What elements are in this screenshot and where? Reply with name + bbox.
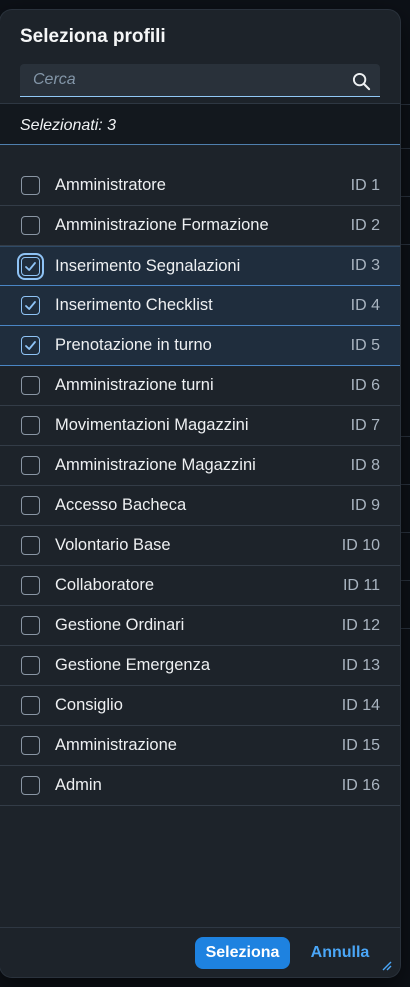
list-item[interactable]: Volontario Base ID 10 — [0, 526, 400, 566]
check-icon — [25, 301, 36, 310]
list-item-id: ID 3 — [350, 257, 380, 274]
check-icon — [25, 341, 36, 350]
list-item-label: Amministratore — [55, 176, 166, 194]
list-item-id: ID 15 — [341, 736, 380, 754]
list-item-id: ID 4 — [350, 296, 380, 314]
checkbox[interactable] — [21, 776, 40, 795]
list-item-label: Amministrazione Magazzini — [55, 456, 256, 474]
list-item[interactable]: Inserimento Checklist ID 4 — [0, 286, 400, 326]
list-item-label: Volontario Base — [55, 536, 171, 554]
list-item-label: Movimentazioni Magazzini — [55, 416, 249, 434]
checkbox[interactable] — [21, 336, 40, 355]
list-item-label: Amministrazione — [55, 736, 177, 754]
list-item-id: ID 2 — [350, 216, 380, 234]
search-input[interactable] — [20, 64, 380, 96]
list-item-id: ID 14 — [341, 696, 380, 714]
list-item-id: ID 5 — [350, 336, 380, 354]
list-item[interactable]: Amministrazione turni ID 6 — [0, 366, 400, 406]
list-item[interactable]: Prenotazione in turno ID 5 — [0, 326, 400, 366]
cancel-button[interactable]: Annulla — [300, 937, 380, 969]
list-item-label: Admin — [55, 776, 102, 794]
list-item-label: Consiglio — [55, 696, 123, 714]
list-item-id: ID 8 — [350, 456, 380, 474]
list-item-id: ID 10 — [341, 536, 380, 554]
list-item-label: Gestione Ordinari — [55, 616, 185, 634]
search-field[interactable] — [20, 64, 380, 97]
profile-list: Amministratore ID 1 Amministrazione Formaz… — [0, 166, 400, 806]
checkbox[interactable] — [21, 416, 40, 435]
list-item-label: Collaboratore — [55, 576, 155, 594]
dialog-title: Seleziona profili — [20, 26, 166, 47]
checkbox[interactable] — [21, 696, 40, 715]
list-item-label: Inserimento Segnalazioni — [55, 256, 241, 275]
list-item[interactable]: Admin ID 16 — [0, 766, 400, 806]
list-item-id: ID 7 — [350, 416, 380, 434]
checkbox[interactable] — [21, 576, 40, 595]
checkbox[interactable] — [21, 496, 40, 515]
dialog-header: Seleziona profili — [0, 10, 400, 103]
list-item[interactable]: Gestione Ordinari ID 12 — [0, 606, 400, 646]
selection-count-bar: Selezionati: 3 — [0, 103, 400, 145]
list-item[interactable]: Amministrazione Magazzini ID 8 — [0, 446, 400, 486]
list-item-id: ID 16 — [341, 776, 380, 794]
list-item-id: ID 12 — [341, 616, 380, 634]
list-item-label: Amministrazione turni — [55, 376, 214, 394]
dialog-footer: Seleziona Annulla — [0, 927, 400, 977]
list-item[interactable]: Amministrazione Formazione ID 2 — [0, 206, 400, 246]
check-icon — [25, 262, 36, 271]
checkbox[interactable] — [21, 296, 40, 315]
selection-count: Selezionati: 3 — [20, 117, 117, 134]
select-button[interactable]: Seleziona — [195, 937, 290, 969]
checkbox[interactable] — [21, 376, 40, 395]
list-item-id: ID 9 — [350, 496, 380, 514]
list-item[interactable]: Consiglio ID 14 — [0, 686, 400, 726]
select-profiles-dialog: Seleziona profili Selezionati: 3 Amminis… — [0, 10, 400, 977]
list-item-label: Amministrazione Formazione — [55, 216, 269, 234]
search-icon[interactable] — [352, 72, 371, 91]
checkbox[interactable] — [21, 656, 40, 675]
list-item[interactable]: Accesso Bacheca ID 9 — [0, 486, 400, 526]
list-item-id: ID 6 — [350, 376, 380, 394]
list-item[interactable]: Amministratore ID 1 — [0, 166, 400, 206]
list-item-label: Gestione Emergenza — [55, 656, 211, 674]
checkbox[interactable] — [21, 456, 40, 475]
checkbox[interactable] — [21, 616, 40, 635]
list-item-label: Accesso Bacheca — [55, 496, 187, 514]
checkbox[interactable] — [21, 736, 40, 755]
list-item-id: ID 11 — [342, 576, 380, 594]
list-item-id: ID 13 — [341, 656, 380, 674]
list-item-label: Prenotazione in turno — [55, 336, 212, 354]
resize-handle-icon[interactable] — [380, 959, 392, 971]
checkbox[interactable] — [21, 536, 40, 555]
list-item[interactable]: Inserimento Segnalazioni ID 3 — [0, 246, 400, 286]
checkbox[interactable] — [17, 253, 44, 280]
list-item[interactable]: Amministrazione ID 15 — [0, 726, 400, 766]
list-item[interactable]: Collaboratore ID 11 — [0, 566, 400, 606]
list-item[interactable]: Movimentazioni Magazzini ID 7 — [0, 406, 400, 446]
list-item[interactable]: Gestione Emergenza ID 13 — [0, 646, 400, 686]
list-item-id: ID 1 — [350, 176, 380, 194]
checkbox[interactable] — [21, 216, 40, 235]
checkbox[interactable] — [21, 176, 40, 195]
list-item-label: Inserimento Checklist — [55, 296, 213, 314]
